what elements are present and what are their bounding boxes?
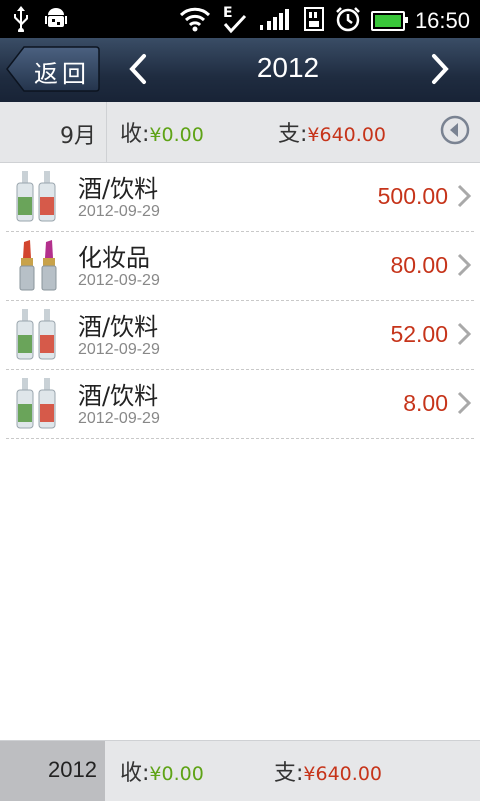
footer-year-cell: 2012 — [0, 741, 105, 801]
year-expense: 支:¥640.00 — [274, 755, 382, 787]
clock: 16:50 — [414, 8, 470, 33]
chevron-right-icon — [432, 54, 449, 84]
month-cell: 9月 — [0, 102, 107, 162]
record-amount: 80.00 — [390, 252, 448, 278]
month-label: 9月 — [60, 124, 96, 149]
income-value: ¥0.00 — [149, 124, 204, 146]
year-summary-footer: 2012 收:¥0.00 支:¥640.00 — [0, 740, 480, 801]
income-value: ¥0.00 — [149, 763, 204, 785]
battery-icon — [370, 11, 408, 31]
usb-icon — [12, 6, 30, 36]
record-category: 化妆品 — [78, 244, 150, 272]
month-summary[interactable]: 9月 收:¥0.00 支:¥640.00 — [0, 102, 480, 163]
record-date: 2012-09-29 — [78, 341, 160, 358]
back-button-label: 返回 — [34, 60, 90, 88]
alarm-icon — [335, 6, 361, 36]
income-label: 收: — [120, 122, 150, 147]
chevron-right-icon — [457, 253, 472, 277]
footer-year: 2012 — [48, 757, 97, 782]
record-date: 2012-09-29 — [78, 410, 160, 427]
title-bar: 返回 2012 — [0, 38, 480, 103]
chevron-left-icon — [129, 54, 146, 84]
liquor-bottles-icon — [16, 309, 56, 360]
record-category: 酒/饮料 — [78, 382, 159, 410]
list-item[interactable]: 酒/饮料 2012-09-29 500.00 — [6, 163, 474, 232]
svg-text:E: E — [223, 5, 233, 21]
record-amount: 52.00 — [390, 321, 448, 347]
list-item[interactable]: 化妆品 2012-09-29 80.00 — [6, 232, 474, 301]
status-bar: E 16:50 — [0, 0, 480, 38]
android-debug-icon — [44, 6, 68, 36]
list-item[interactable]: 酒/饮料 2012-09-29 52.00 — [6, 301, 474, 370]
expense-value: ¥640.00 — [303, 763, 382, 785]
chevron-right-icon — [457, 391, 472, 415]
previous-year-button[interactable] — [124, 52, 154, 86]
record-category: 酒/饮料 — [78, 175, 159, 203]
record-date: 2012-09-29 — [78, 203, 160, 220]
record-amount: 500.00 — [377, 183, 448, 209]
circle-left-arrow-icon — [440, 115, 470, 145]
signal-icon — [259, 7, 293, 35]
month-expense: 支:¥640.00 — [278, 116, 386, 148]
data-e-icon: E — [221, 4, 249, 38]
year-income: 收:¥0.00 — [120, 755, 204, 787]
expense-value: ¥640.00 — [307, 124, 386, 146]
next-year-button[interactable] — [424, 52, 454, 86]
lipstick-icon — [19, 240, 57, 291]
page-title: 2012 — [256, 52, 320, 83]
expense-label: 支: — [278, 122, 308, 147]
month-income: 收:¥0.00 — [120, 116, 204, 148]
expense-label: 支: — [274, 761, 304, 786]
chevron-right-icon — [457, 184, 472, 208]
liquor-bottles-icon — [16, 171, 56, 222]
record-amount: 8.00 — [403, 390, 448, 416]
record-list: 酒/饮料 2012-09-29 500.00 化妆品 2012-09-29 80… — [0, 163, 480, 439]
list-item[interactable]: 酒/饮料 2012-09-29 8.00 — [6, 370, 474, 439]
sd-card-icon — [303, 6, 325, 36]
chevron-right-icon — [457, 322, 472, 346]
record-category: 酒/饮料 — [78, 313, 159, 341]
income-label: 收: — [120, 761, 150, 786]
collapse-month-button[interactable] — [440, 115, 470, 145]
record-date: 2012-09-29 — [78, 272, 160, 289]
wifi-icon — [179, 6, 211, 36]
back-button[interactable]: 返回 — [6, 46, 100, 92]
liquor-bottles-icon — [16, 378, 56, 429]
